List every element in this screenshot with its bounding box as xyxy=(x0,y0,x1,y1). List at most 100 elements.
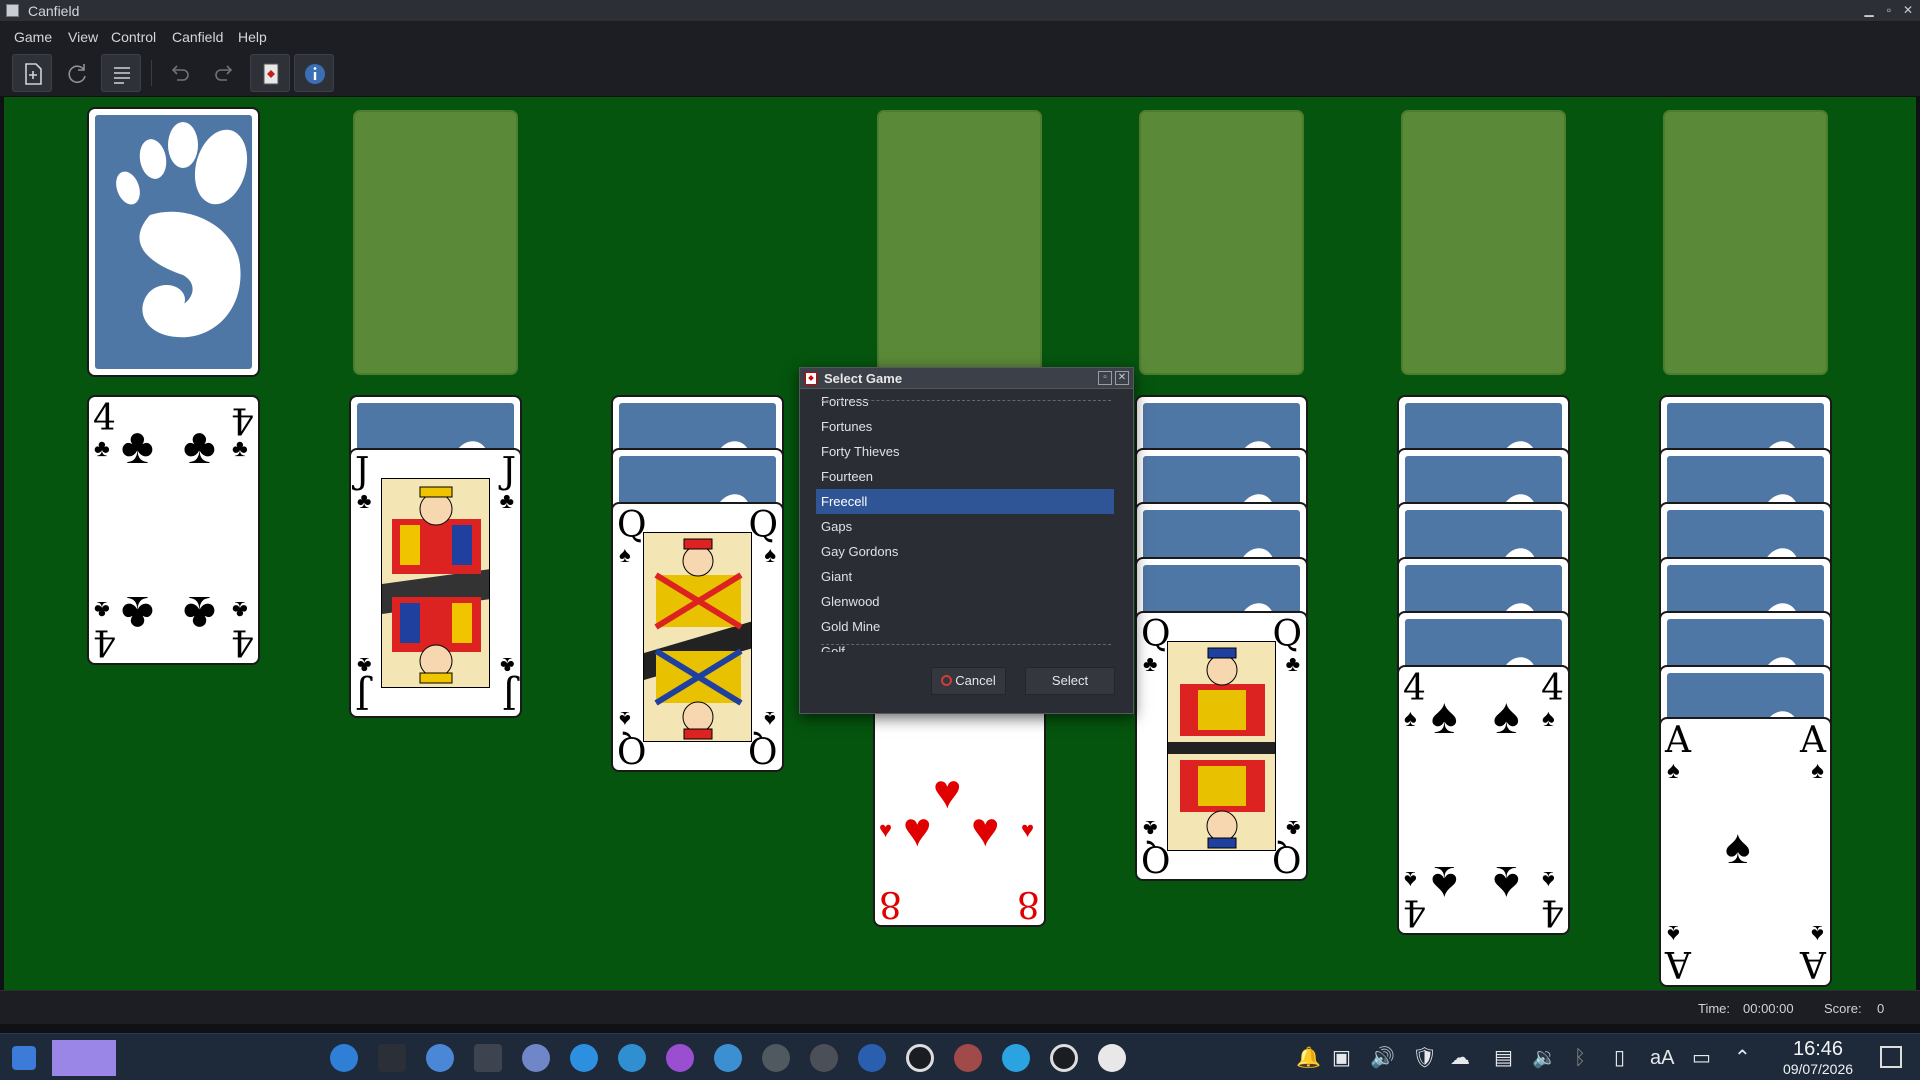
network-icon[interactable]: ▣ xyxy=(1332,1046,1351,1070)
maximize-icon[interactable]: ▫ xyxy=(1882,4,1896,17)
tor-icon[interactable] xyxy=(1050,1044,1078,1072)
score-value: 0 xyxy=(1877,1001,1885,1016)
settings-icon[interactable] xyxy=(426,1044,454,1072)
foundation-slot-2[interactable] xyxy=(1139,110,1304,375)
select-game-button[interactable] xyxy=(101,54,141,92)
spade-icon: ♠ xyxy=(619,707,631,732)
tableau-2-queen-spades[interactable]: Q Q ♠ ♠ ♠ ♠ Q Q xyxy=(611,502,784,772)
tableau-5-four-spades[interactable]: 4 4 ♠ ♠ ♠ ♠ ♠ ♠ ♠ ♠ 4 4 xyxy=(1397,665,1570,935)
redo-button[interactable] xyxy=(204,54,244,92)
spade-icon: ♠ xyxy=(1542,705,1555,732)
foundation-slot-4[interactable] xyxy=(1663,110,1828,375)
close-icon[interactable]: ✕ xyxy=(1901,4,1915,17)
menu-canfield[interactable]: Canfield xyxy=(172,29,223,45)
clipboard-icon[interactable]: ▤ xyxy=(1494,1046,1513,1070)
taskbar: 🔔 ▣ 🔊 🛡 ☁ ▤ 🔉 ᛒ ▯ aA ▭ ⌃ 16:46 09/07/202… xyxy=(0,1033,1920,1080)
menu-bar: Game View Control Canfield Help xyxy=(0,22,1920,50)
time-label: Time: xyxy=(1698,1001,1731,1016)
workspace-pager[interactable] xyxy=(52,1040,116,1076)
tableau-6-ace-spades[interactable]: A A ♠ ♠ ♠ ♠ ♠ A A xyxy=(1659,717,1832,987)
new-game-button[interactable] xyxy=(12,54,52,92)
tableau-1-jack-clubs[interactable]: J J ♣ ♣ ♣ ♣ J J xyxy=(349,448,522,718)
list-item[interactable]: Fourteen xyxy=(816,464,1114,489)
reserve-card-4-clubs[interactable]: 4 4 ♣ ♣ ♣ ♣ ♣ ♣ ♣ ♣ 4 4 xyxy=(87,395,260,665)
audio-app-icon[interactable] xyxy=(762,1044,790,1072)
spade-icon: ♠ xyxy=(619,542,631,567)
dialog-close-icon[interactable]: ✕ xyxy=(1115,371,1129,385)
stock-pile[interactable] xyxy=(87,107,260,377)
club-icon: ♣ xyxy=(1143,816,1158,841)
dialog-maximize-icon[interactable]: ▫ xyxy=(1098,371,1112,385)
tableau-4-queen-clubs[interactable]: Q Q ♣ ♣ ♣ ♣ Q Q xyxy=(1135,611,1308,881)
target-app-icon[interactable] xyxy=(906,1044,934,1072)
queen-portrait-icon xyxy=(1168,642,1275,850)
list-item[interactable]: Gay Gordons xyxy=(816,539,1114,564)
club-icon: ♣ xyxy=(94,596,110,623)
telegram-icon[interactable] xyxy=(1002,1044,1030,1072)
queen-portrait-icon xyxy=(644,533,751,741)
font-size-icon[interactable]: aA xyxy=(1650,1046,1674,1070)
phone-icon[interactable]: ▯ xyxy=(1614,1046,1625,1070)
list-item[interactable]: Fortunes xyxy=(816,414,1114,439)
menu-view[interactable]: View xyxy=(68,29,98,45)
bluetooth-icon[interactable]: ᛒ xyxy=(1574,1046,1586,1070)
vscode-icon[interactable] xyxy=(858,1044,886,1072)
list-item[interactable]: Gaps xyxy=(816,514,1114,539)
terminal-icon[interactable] xyxy=(378,1044,406,1072)
score-label: Score: xyxy=(1824,1001,1862,1016)
browser-icon[interactable] xyxy=(522,1044,550,1072)
list-item[interactable]: Fortress xyxy=(816,392,1114,414)
clock-time: 16:46 xyxy=(1792,1038,1844,1060)
menu-help[interactable]: Help xyxy=(238,29,267,45)
weather-icon[interactable]: ☁ xyxy=(1450,1046,1470,1070)
camera-app-icon[interactable] xyxy=(810,1044,838,1072)
download-icon[interactable] xyxy=(570,1044,598,1072)
show-desktop-icon[interactable] xyxy=(1880,1046,1902,1068)
vivaldi-icon[interactable] xyxy=(954,1044,982,1072)
dialog-title-bar: Select Game ▫ ✕ xyxy=(800,368,1133,389)
list-item[interactable]: Glenwood xyxy=(816,589,1114,614)
search-app-icon[interactable] xyxy=(618,1044,646,1072)
spade-icon: ♠ xyxy=(1811,920,1824,947)
app-launcher-icon[interactable] xyxy=(330,1044,358,1072)
game-list[interactable]: Fortress Fortunes Forty Thieves Fourteen… xyxy=(816,392,1118,652)
audio-output-icon[interactable]: 🔉 xyxy=(1532,1046,1557,1070)
minimize-icon[interactable]: ▁ xyxy=(1862,4,1876,17)
redo-icon xyxy=(215,65,233,81)
toolbar-separator xyxy=(151,60,152,86)
cancel-button[interactable]: Cancel xyxy=(931,667,1006,695)
foundation-slot-1[interactable] xyxy=(877,110,1042,375)
list-item[interactable]: Golf xyxy=(816,639,1114,652)
spade-icon: ♠ xyxy=(1667,920,1680,947)
list-item[interactable]: Gold Mine xyxy=(816,614,1114,639)
mixer-icon[interactable] xyxy=(474,1044,502,1072)
chat-app-icon[interactable] xyxy=(714,1044,742,1072)
clock[interactable]: 16:46 09/07/2026 xyxy=(1772,1038,1864,1078)
hint-button[interactable] xyxy=(250,54,290,92)
chevron-up-icon[interactable]: ⌃ xyxy=(1734,1046,1751,1070)
menu-control[interactable]: Control xyxy=(111,29,156,45)
menu-game[interactable]: Game xyxy=(14,29,52,45)
club-icon: ♣ xyxy=(121,418,154,474)
list-item-selected[interactable]: Freecell xyxy=(816,489,1114,514)
media-app-icon[interactable] xyxy=(666,1044,694,1072)
start-menu-icon[interactable] xyxy=(12,1046,36,1070)
solitaire-app-icon[interactable] xyxy=(1098,1044,1126,1072)
list-item[interactable]: Giant xyxy=(816,564,1114,589)
waste-slot[interactable] xyxy=(353,110,518,375)
club-icon: ♣ xyxy=(121,586,154,642)
club-icon: ♣ xyxy=(357,488,372,513)
display-icon[interactable]: ▭ xyxy=(1692,1046,1711,1070)
info-button[interactable] xyxy=(294,54,334,92)
undo-button[interactable] xyxy=(160,54,200,92)
notifications-icon[interactable]: 🔔 xyxy=(1296,1046,1321,1070)
foundation-slot-3[interactable] xyxy=(1401,110,1566,375)
heart-icon: ♥ xyxy=(1021,817,1035,842)
select-button[interactable]: Select xyxy=(1025,667,1115,695)
list-item[interactable]: Forty Thieves xyxy=(816,439,1114,464)
volume-icon[interactable]: 🔊 xyxy=(1370,1046,1395,1070)
dialog-title: Select Game xyxy=(824,371,903,386)
restart-button[interactable] xyxy=(57,54,97,92)
club-icon: ♣ xyxy=(183,418,216,474)
security-shield-icon[interactable]: 🛡 xyxy=(1412,1046,1437,1070)
